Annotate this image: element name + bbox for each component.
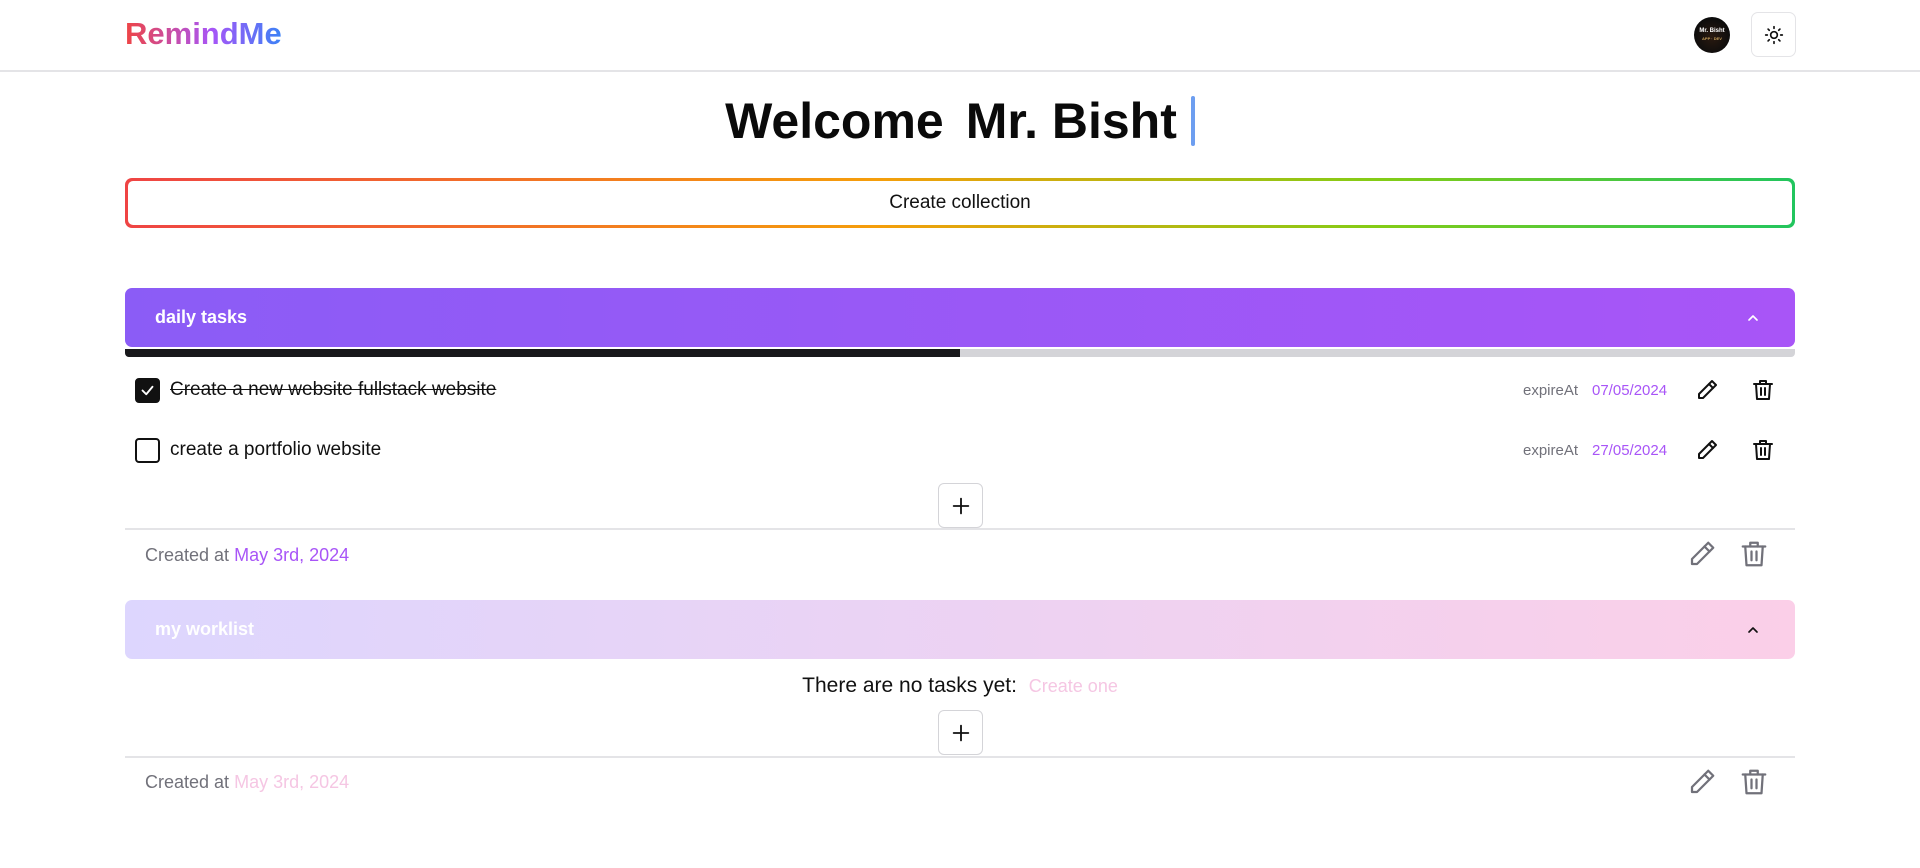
add-task-button[interactable]	[938, 483, 983, 528]
avatar-text: Mr. Bisht	[1699, 28, 1725, 34]
pencil-icon[interactable]	[1695, 378, 1719, 402]
top-bar: RemindMe Mr. Bisht APP · DEV	[0, 0, 1920, 72]
task-checkbox[interactable]	[135, 438, 160, 463]
create-task-link[interactable]: Create one	[1029, 676, 1118, 696]
collection-progress-bar	[125, 349, 1795, 357]
pencil-icon[interactable]	[1687, 539, 1717, 569]
empty-tasks-message: There are no tasks yet: Create one	[0, 674, 1920, 698]
collection-title: my worklist	[155, 619, 255, 639]
create-collection-button[interactable]: Create collection	[128, 181, 1792, 225]
trash-icon[interactable]	[1739, 539, 1769, 569]
task-label: create a portfolio website	[170, 439, 382, 460]
created-label: Created at	[145, 545, 230, 565]
create-collection-border: Create collection	[125, 178, 1795, 228]
chevron-up-icon[interactable]	[1745, 622, 1761, 638]
collection-header-daily-tasks[interactable]: daily tasks	[125, 288, 1795, 347]
created-label: Created at	[145, 772, 230, 792]
plus-icon	[952, 497, 969, 514]
created-date: May 3rd, 2024	[234, 545, 350, 565]
sun-icon	[1764, 25, 1783, 44]
add-task-button[interactable]	[938, 710, 983, 755]
task-expire-date: 07/05/2024	[1592, 382, 1668, 399]
trash-icon[interactable]	[1739, 767, 1769, 797]
avatar[interactable]: Mr. Bisht APP · DEV	[1694, 17, 1730, 53]
theme-toggle-button[interactable]	[1751, 12, 1796, 57]
app-logo[interactable]: RemindMe	[125, 16, 282, 52]
task-expire-label: expireAt	[1523, 382, 1579, 399]
collection-header-my-worklist[interactable]: my worklist	[125, 600, 1795, 659]
trash-icon[interactable]	[1751, 438, 1775, 462]
collection-footer-divider	[125, 756, 1795, 758]
welcome-greeting: Welcome	[725, 93, 944, 149]
task-expire-label: expireAt	[1523, 442, 1579, 459]
collection-title: daily tasks	[155, 307, 248, 327]
task-row: create a portfolio website expireAt 27/0…	[125, 430, 1795, 470]
trash-icon[interactable]	[1751, 378, 1775, 402]
progress-fill	[125, 349, 960, 357]
task-label: Create a new website fullstack website	[170, 379, 497, 400]
pencil-icon[interactable]	[1695, 438, 1719, 462]
check-icon	[141, 385, 154, 396]
empty-tasks-text: There are no tasks yet:	[802, 674, 1017, 697]
collection-footer-divider	[125, 528, 1795, 530]
avatar-subtext: APP · DEV	[1702, 36, 1722, 41]
typing-caret	[1190, 96, 1195, 146]
task-expire-date: 27/05/2024	[1592, 442, 1668, 459]
welcome-name: Mr. Bisht	[965, 93, 1177, 149]
chevron-up-icon[interactable]	[1745, 310, 1761, 326]
pencil-icon[interactable]	[1687, 767, 1717, 797]
welcome-heading: Welcome Mr. Bisht	[0, 92, 1920, 150]
task-checkbox[interactable]	[135, 378, 160, 403]
plus-icon	[952, 724, 969, 741]
collection-created-at: Created at May 3rd, 2024	[145, 545, 349, 566]
collection-created-at: Created at May 3rd, 2024	[145, 772, 349, 793]
created-date: May 3rd, 2024	[234, 772, 350, 792]
task-row: Create a new website fullstack website e…	[125, 370, 1795, 410]
